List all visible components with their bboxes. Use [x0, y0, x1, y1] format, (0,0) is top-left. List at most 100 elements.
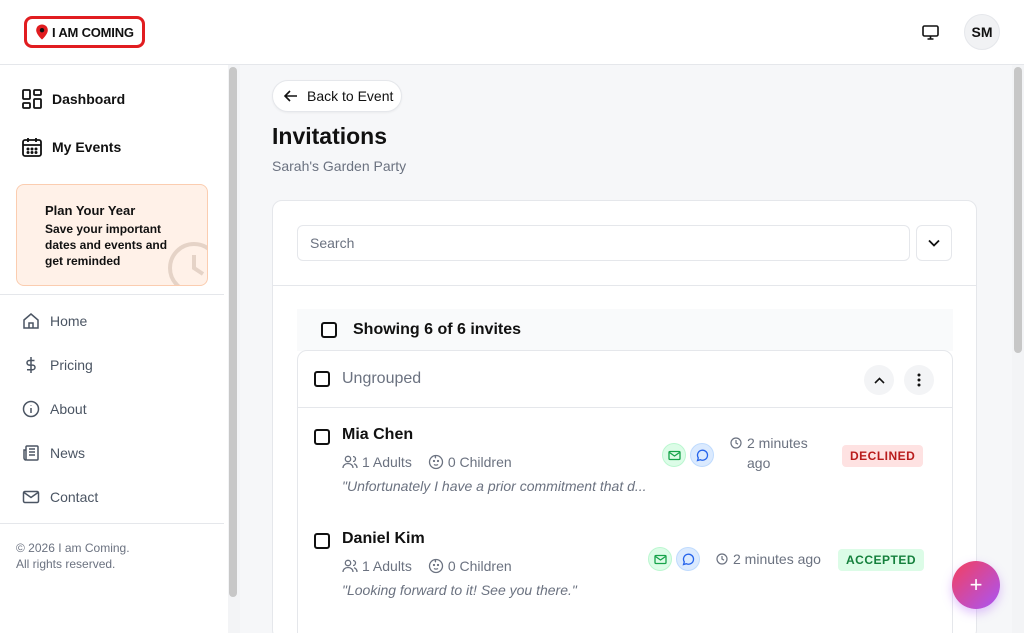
- sidebar-item-label: Pricing: [50, 357, 93, 373]
- time-label-line1: 2 minutes: [747, 435, 808, 451]
- arrow-left-icon: [283, 90, 297, 102]
- clock-icon: [716, 553, 728, 565]
- copyright: © 2026 I am Coming. All rights reserved.: [16, 540, 130, 572]
- back-button-label: Back to Event: [307, 88, 394, 104]
- adults-count: 1 Adults: [342, 558, 412, 574]
- add-invite-fab[interactable]: +: [952, 561, 1000, 609]
- clock-icon: [168, 242, 207, 285]
- sidebar: Dashboard My Events Plan Your Year Save …: [0, 65, 240, 633]
- display-mode-button[interactable]: [918, 20, 942, 44]
- guest-name: Mia Chen: [342, 426, 414, 443]
- sidebar-item-label: News: [50, 445, 86, 461]
- invite-row[interactable]: Mia Chen 1 Adults 0 Children "Unfortunat…: [314, 426, 938, 519]
- showing-count: Showing 6 of 6 invites: [353, 321, 522, 338]
- sidebar-item-label: Home: [50, 313, 88, 329]
- message-channel-badge[interactable]: [690, 443, 714, 467]
- sidebar-item-news[interactable]: News: [22, 444, 85, 462]
- users-icon: [342, 559, 358, 573]
- search-input[interactable]: [297, 225, 910, 261]
- group-header: Ungrouped: [298, 351, 952, 408]
- copyright-line: All rights reserved.: [16, 557, 116, 571]
- message-channel-badge[interactable]: [676, 547, 700, 571]
- guest-counts: 1 Adults 0 Children: [342, 558, 512, 574]
- guest-name: Daniel Kim: [342, 530, 425, 547]
- group-menu-button[interactable]: [904, 365, 934, 395]
- guest-message: "Looking forward to it! See you there.": [342, 582, 577, 598]
- main-content: Back to Event Invitations Sarah's Garden…: [240, 65, 1012, 633]
- adults-label: 1 Adults: [362, 454, 412, 470]
- monitor-icon: [921, 24, 939, 40]
- clock-icon: [730, 437, 742, 449]
- invite-row[interactable]: Daniel Kim 1 Adults 0 Children "Looking …: [314, 530, 938, 623]
- sidebar-item-label: Dashboard: [52, 91, 126, 107]
- invite-time: 2 minutes ago: [730, 433, 808, 473]
- message-circle-icon: [696, 449, 708, 461]
- users-icon: [342, 455, 358, 469]
- logo-text: I AM COMING: [52, 24, 134, 40]
- promo-text: Save your important dates and events and…: [45, 222, 168, 268]
- group-checkbox[interactable]: [314, 371, 330, 387]
- user-avatar[interactable]: SM: [964, 14, 1000, 50]
- select-all-bar: Showing 6 of 6 invites: [297, 309, 953, 351]
- sidebar-scrollbar-thumb[interactable]: [229, 67, 237, 597]
- page-title: Invitations: [272, 123, 388, 149]
- app-logo[interactable]: I AM COMING: [24, 16, 145, 48]
- email-channel-badge[interactable]: [648, 547, 672, 571]
- copyright-line: © 2026 I am Coming.: [16, 541, 130, 555]
- sidebar-item-pricing[interactable]: Pricing: [22, 356, 93, 374]
- chevron-down-icon: [928, 239, 940, 247]
- plan-your-year-card[interactable]: Plan Your Year Save your important dates…: [16, 184, 208, 286]
- home-icon: [23, 313, 39, 329]
- card-divider: [273, 285, 976, 286]
- guest-message: "Unfortunately I have a prior commitment…: [342, 478, 647, 494]
- back-to-event-button[interactable]: Back to Event: [272, 80, 403, 112]
- sidebar-divider: [0, 523, 224, 524]
- collapse-group-button[interactable]: [864, 365, 894, 395]
- status-badge: ACCEPTED: [838, 549, 925, 571]
- group-title: Ungrouped: [342, 370, 422, 387]
- sidebar-item-contact[interactable]: Contact: [22, 488, 98, 506]
- sidebar-item-dashboard[interactable]: Dashboard: [22, 89, 125, 109]
- info-icon: [22, 400, 40, 418]
- invite-time: 2 minutes ago: [716, 549, 821, 569]
- invite-group: Ungrouped Mia Chen 1 Adults 0 Children "…: [297, 350, 953, 633]
- status-badge: DECLINED: [842, 445, 924, 467]
- email-channel-badge[interactable]: [662, 443, 686, 467]
- invitations-card: Showing 6 of 6 invites Ungrouped Mia Che…: [272, 200, 977, 633]
- sidebar-item-my-events[interactable]: My Events: [22, 137, 121, 157]
- promo-title: Plan Your Year: [45, 203, 136, 218]
- sidebar-item-label: About: [50, 401, 87, 417]
- guest-counts: 1 Adults 0 Children: [342, 454, 512, 470]
- sidebar-item-about[interactable]: About: [22, 400, 87, 418]
- filter-dropdown-button[interactable]: [916, 225, 952, 261]
- mail-icon: [667, 450, 681, 460]
- top-header: I AM COMING SM: [0, 0, 1024, 65]
- invite-checkbox[interactable]: [314, 429, 330, 445]
- children-label: 0 Children: [447, 558, 512, 574]
- baby-icon: [428, 454, 443, 470]
- invite-checkbox[interactable]: [314, 533, 330, 549]
- baby-icon: [428, 558, 443, 574]
- children-label: 0 Children: [447, 454, 512, 470]
- sidebar-item-label: Contact: [50, 489, 99, 505]
- dashboard-grid-icon: [22, 89, 42, 109]
- sidebar-item-label: My Events: [52, 139, 122, 155]
- main-scrollbar-thumb[interactable]: [1014, 67, 1022, 353]
- time-label: 2 minutes ago: [733, 551, 821, 567]
- select-all-checkbox[interactable]: [321, 322, 337, 338]
- sidebar-divider: [0, 294, 224, 295]
- message-circle-icon: [682, 553, 694, 565]
- mail-icon: [653, 554, 667, 564]
- time-label-line2: ago: [747, 455, 771, 471]
- children-count: 0 Children: [428, 558, 512, 574]
- chevron-up-icon: [873, 376, 885, 384]
- sidebar-item-home[interactable]: Home: [22, 312, 87, 330]
- mail-icon: [22, 490, 40, 504]
- more-vertical-icon: [917, 373, 921, 387]
- adults-label: 1 Adults: [362, 558, 412, 574]
- calendar-icon: [22, 138, 42, 157]
- children-count: 0 Children: [428, 454, 512, 470]
- adults-count: 1 Adults: [342, 454, 412, 470]
- map-pin-icon: [36, 24, 48, 40]
- dollar-icon: [26, 357, 36, 373]
